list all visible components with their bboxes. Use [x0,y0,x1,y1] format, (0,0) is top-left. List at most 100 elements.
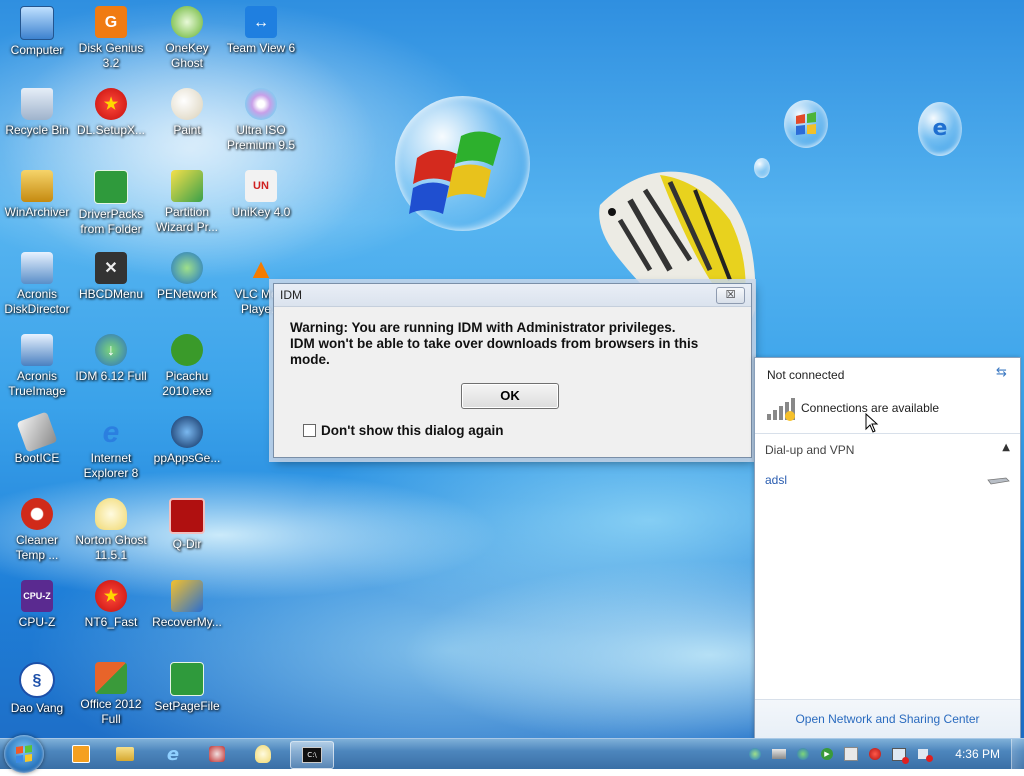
desktop-icon-winarchiver[interactable]: WinArchiver [0,170,74,220]
desktop-icon-label: Picachu 2010.exe [162,369,212,398]
tray-stack-icon[interactable] [772,747,786,761]
show-desktop-button[interactable] [1011,739,1024,769]
message-line: IDM won't be able to take over downloads… [290,336,699,351]
desktop-icon-label: DL.SetupX... [76,123,146,137]
stack-shape [772,749,786,759]
desktop-icon-qdir[interactable]: Q-Dir [150,498,224,552]
refresh-icon[interactable]: ⇆ [996,365,1012,381]
ok-button[interactable]: OK [461,383,559,409]
svg-text:e: e [933,116,948,141]
message-line: Warning: You are running IDM with Admini… [290,320,676,335]
dont-show-again-option[interactable]: Don't show this dialog again [303,423,503,438]
desktop-icon-label: Cleaner Temp ... [15,533,59,562]
tray-network-globe-icon[interactable] [748,747,762,761]
computer-icon [20,6,54,40]
tray-tool-icon[interactable] [844,747,858,761]
idm-icon: ↓ [95,334,127,366]
chevron-up-icon[interactable]: ▲ [1002,442,1010,453]
desktop-icon-hbcdmenu[interactable]: ✕ HBCDMenu [74,252,148,302]
monitor-shape [892,747,909,764]
desktop-icon-nt6-fast[interactable]: ★ NT6_Fast [74,580,148,630]
open-network-sharing-center-link[interactable]: Open Network and Sharing Center [755,712,1020,726]
start-button[interactable] [4,735,44,773]
desktop-icon-label: Acronis TrueImage [8,369,66,398]
desktop-icon-penetwork[interactable]: PENetwork [150,252,224,302]
network-flyout-footer: Open Network and Sharing Center [755,699,1020,738]
desktop-icon-label: Norton Ghost 11.5.1 [75,533,147,562]
desktop-icon-label: Office 2012 Full [80,697,142,726]
ghost-icon [255,745,271,763]
desktop-icon-cpuz[interactable]: CPU-Z CPU-Z [0,580,74,630]
taskbar-command-prompt[interactable]: C:\ [290,741,334,769]
bootice-icon [16,411,58,453]
desktop-icon-acronis-trueimage[interactable]: Acronis TrueImage [0,334,74,399]
dialog-titlebar[interactable]: IDM ☒ [274,284,751,307]
desktop-icon-label: Acronis DiskDirector [4,287,70,316]
desktop-icon-label: ppAppsGe... [153,451,221,465]
desktop-icon-office[interactable]: Office 2012 Full [74,662,148,727]
tray-play-icon[interactable]: ▶ [820,747,834,761]
partition-wizard-icon [171,170,203,202]
winarchiver-icon [21,170,53,202]
setpagefile-icon [170,662,204,696]
desktop-icon-computer[interactable]: Computer [0,6,74,58]
tray-idm-icon[interactable] [796,747,810,761]
dont-show-again-label[interactable]: Don't show this dialog again [321,423,503,438]
acronis-trueimage-icon [21,334,53,366]
desktop-icon-bootice[interactable]: BootICE [0,411,74,466]
taskbar: e C:\ ▶ 4:36 PM [0,735,1024,773]
desktop-icon-internet-explorer[interactable]: e Internet Explorer 8 [74,416,148,481]
desktop-icon-idm[interactable]: ↓ IDM 6.12 Full [74,334,148,384]
desktop-icon-label: WinArchiver [4,205,70,219]
desktop-icon-driverpacks[interactable]: DriverPacks from Folder [74,170,148,237]
taskbar-network-tool[interactable] [198,741,236,767]
desktop-icon-label: NT6_Fast [84,615,138,629]
desktop-icon-label: Internet Explorer 8 [83,451,139,480]
tray-volume-muted-icon[interactable] [916,747,933,762]
taskbar-internet-explorer[interactable]: e [154,741,192,767]
taskbar-file-explorer[interactable] [106,741,144,767]
desktop-icon-disk-genius[interactable]: G Disk Genius 3.2 [74,6,148,71]
desktop-icon-label: Dao Vang [10,701,64,715]
dialog-title: IDM [280,288,302,302]
taskbar-media-player[interactable] [62,741,100,767]
desktop-icon-onekey-ghost[interactable]: OneKey Ghost [150,6,224,71]
desktop-icon-recycle-bin[interactable]: Recycle Bin [0,88,74,138]
desktop-icon-acronis-diskdirector[interactable]: Acronis DiskDirector [0,252,74,317]
desktop-icon-ultraiso[interactable]: Ultra ISO Premium 9.5 [224,88,298,153]
mute-dot [926,755,933,762]
desktop-icon-norton-ghost[interactable]: Norton Ghost 11.5.1 [74,498,148,563]
onekey-ghost-icon [171,6,203,38]
network-tool-icon [209,746,225,762]
message-line: mode. [290,352,330,367]
connection-item-adsl[interactable]: adsl [765,473,787,487]
desktop-icon-teamviewer[interactable]: ↔ Team View 6 [224,6,298,56]
desktop-icon-recovermy[interactable]: RecoverMy... [150,580,224,630]
error-dot [902,756,909,764]
dialog-message: Warning: You are running IDM with Admini… [290,320,730,368]
desktop-icon-ppapps[interactable]: ppAppsGe... [150,416,224,466]
close-button[interactable]: ☒ [716,287,745,304]
desktop-icon-label: IDM 6.12 Full [75,369,147,383]
desktop-icon-dl-setup[interactable]: ★ DL.SetupX... [74,88,148,138]
taskbar-ghost[interactable] [244,741,282,767]
desktop-icon-setpagefile[interactable]: SetPageFile [150,662,224,714]
dont-show-again-checkbox[interactable] [303,424,316,437]
desktop-icon-paint[interactable]: Paint [150,88,224,138]
desktop-icon-dao-vang[interactable]: § Dao Vang [0,662,74,716]
desktop-icon-ccleaner[interactable]: Cleaner Temp ... [0,498,74,563]
taskbar-clock[interactable]: 4:36 PM [955,747,1000,761]
desktop-icon-unikey[interactable]: UN UniKey 4.0 [224,170,298,220]
desktop-icon-partition-wizard[interactable]: Partition Wizard Pr... [150,170,224,235]
idm-shape [797,748,809,760]
tray-network-disconnected-icon[interactable] [892,747,909,764]
network-flyout: Not connected ⇆ Connections are availabl… [754,357,1021,739]
tray-shield-icon[interactable] [868,747,882,761]
idm-warning-dialog: IDM ☒ Warning: You are running IDM with … [273,283,752,458]
cpuz-icon: CPU-Z [21,580,53,612]
windows-flag-icon [409,131,501,214]
teamviewer-icon: ↔ [245,6,277,38]
speaker-shape [918,749,933,762]
penetwork-icon [171,252,203,284]
desktop-icon-picachu[interactable]: Picachu 2010.exe [150,334,224,399]
